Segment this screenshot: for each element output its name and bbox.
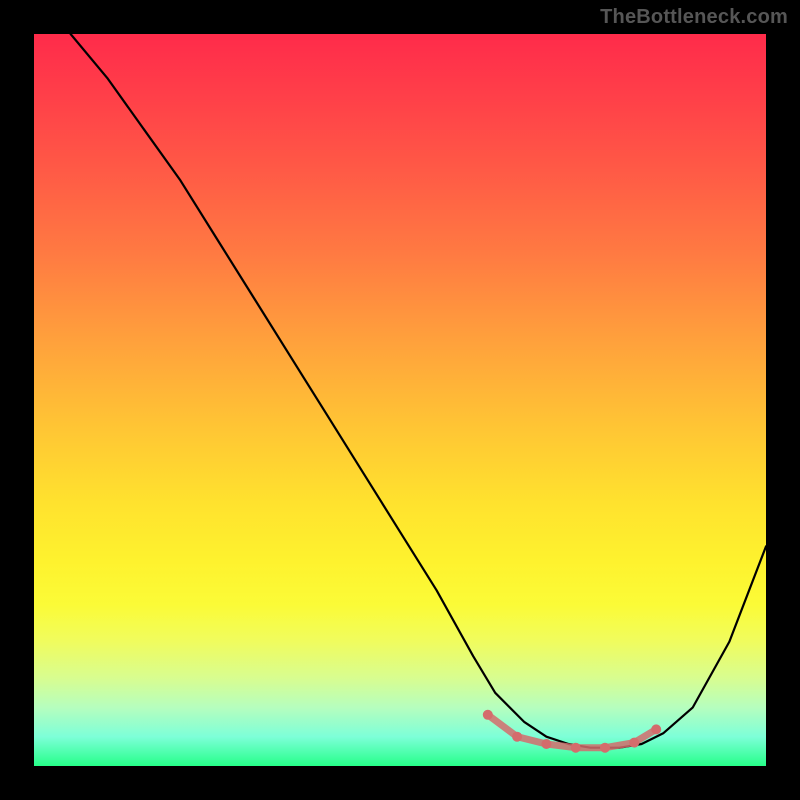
marker-dot <box>600 743 610 753</box>
marker-dot <box>483 710 493 720</box>
marker-dot <box>541 739 551 749</box>
plot-area <box>34 34 766 766</box>
watermark-text: TheBottleneck.com <box>600 6 788 29</box>
marker-dot <box>629 738 639 748</box>
marker-dot <box>512 732 522 742</box>
marker-dot <box>571 743 581 753</box>
marker-band-group <box>483 710 661 753</box>
marker-dot <box>651 724 661 734</box>
main-curve-group <box>71 34 766 748</box>
chart-frame: TheBottleneck.com <box>0 0 800 800</box>
main-curve <box>71 34 766 748</box>
chart-svg <box>34 34 766 766</box>
